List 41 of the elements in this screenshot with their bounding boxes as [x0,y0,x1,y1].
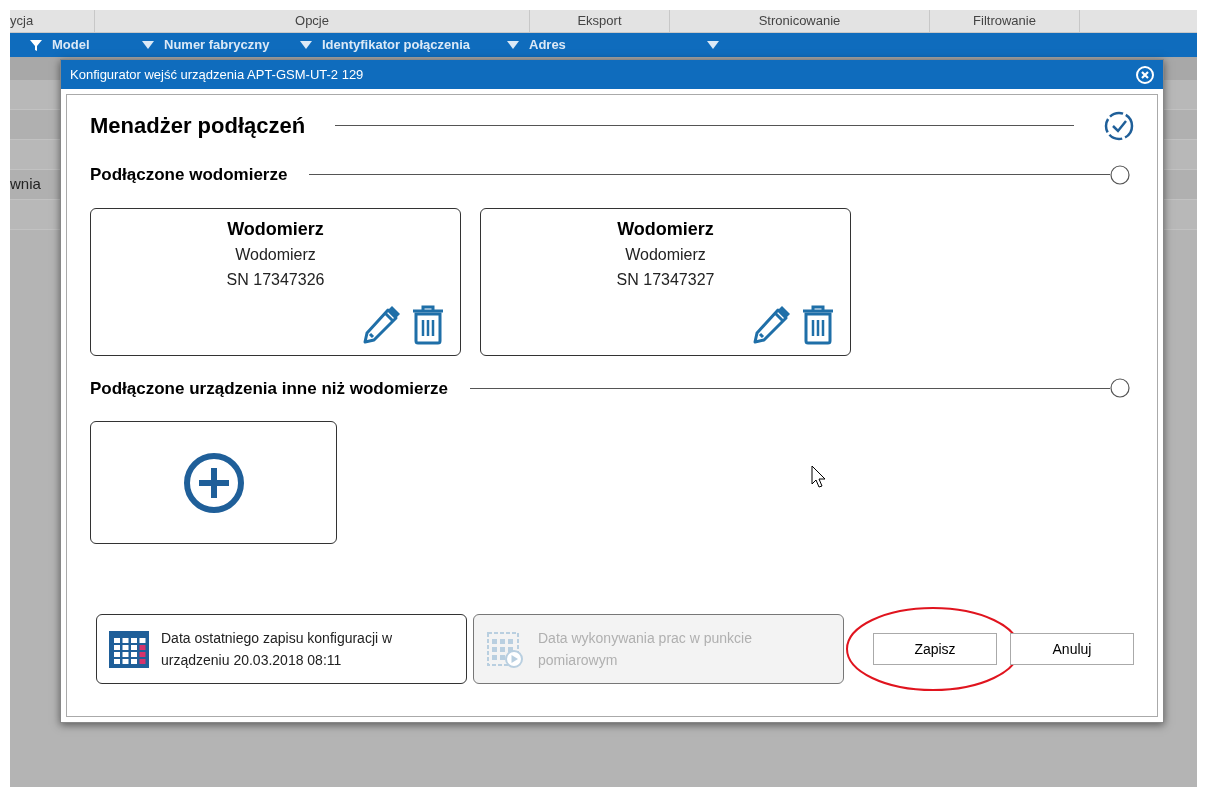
add-card[interactable] [90,421,337,544]
add-icon [182,451,245,514]
dialog-title: Konfigurator wejść urządzenia APT-GSM-UT-2 129 [70,65,364,84]
group-header: Stronicowanie [670,10,930,32]
info-button[interactable]: Data ostatniego zapisu konfiguracji w urządzeniu 20.03.2018 08:11 [96,614,467,684]
pencil-icon[interactable] [751,304,791,345]
card-title: Wodomierz [227,217,324,241]
close-icon[interactable] [1136,65,1154,84]
section-title: Podłączone wodomierze [90,164,288,186]
column-header[interactable]: Identyfikator połączenia [322,35,471,55]
calendar-icon [109,629,149,669]
cursor-icon [811,465,827,489]
trash-icon[interactable] [411,304,445,345]
card-type: Wodomierz [625,244,706,265]
caret-icon[interactable] [707,41,719,49]
card-type: Wodomierz [235,244,316,265]
section-title: Podłączone urządzenia inne niż wodomierze [90,377,448,400]
table-cell-text: wnia [10,174,41,195]
card-serial: SN 17347327 [616,269,715,290]
column-header[interactable]: Model [52,35,90,55]
card-serial: SN 17347326 [226,269,325,290]
filter-icon[interactable] [30,39,42,51]
circle-icon[interactable] [1110,164,1130,185]
card-title: Wodomierz [617,217,714,241]
caret-icon[interactable] [142,41,154,49]
pencil-icon[interactable] [361,304,401,345]
check-circle-icon [1104,110,1134,141]
circle-icon[interactable] [1110,378,1130,399]
group-header: Filtrowanie [930,10,1080,32]
column-header[interactable]: Adres [529,35,566,55]
trash-icon[interactable] [801,304,835,345]
caret-icon[interactable] [507,41,519,49]
group-header: Opcje [95,10,530,32]
caret-icon[interactable] [300,41,312,49]
dialog-heading: Menadżer podłączeń [90,112,306,140]
column-header[interactable]: Numer fabryczny [164,35,270,55]
dialog-button[interactable]: Anuluj [1010,633,1134,665]
group-header: Eksport [530,10,670,32]
dialog-button[interactable]: Zapisz [873,633,997,665]
group-header: ycja [10,10,95,32]
calendar-play-icon [486,629,526,669]
